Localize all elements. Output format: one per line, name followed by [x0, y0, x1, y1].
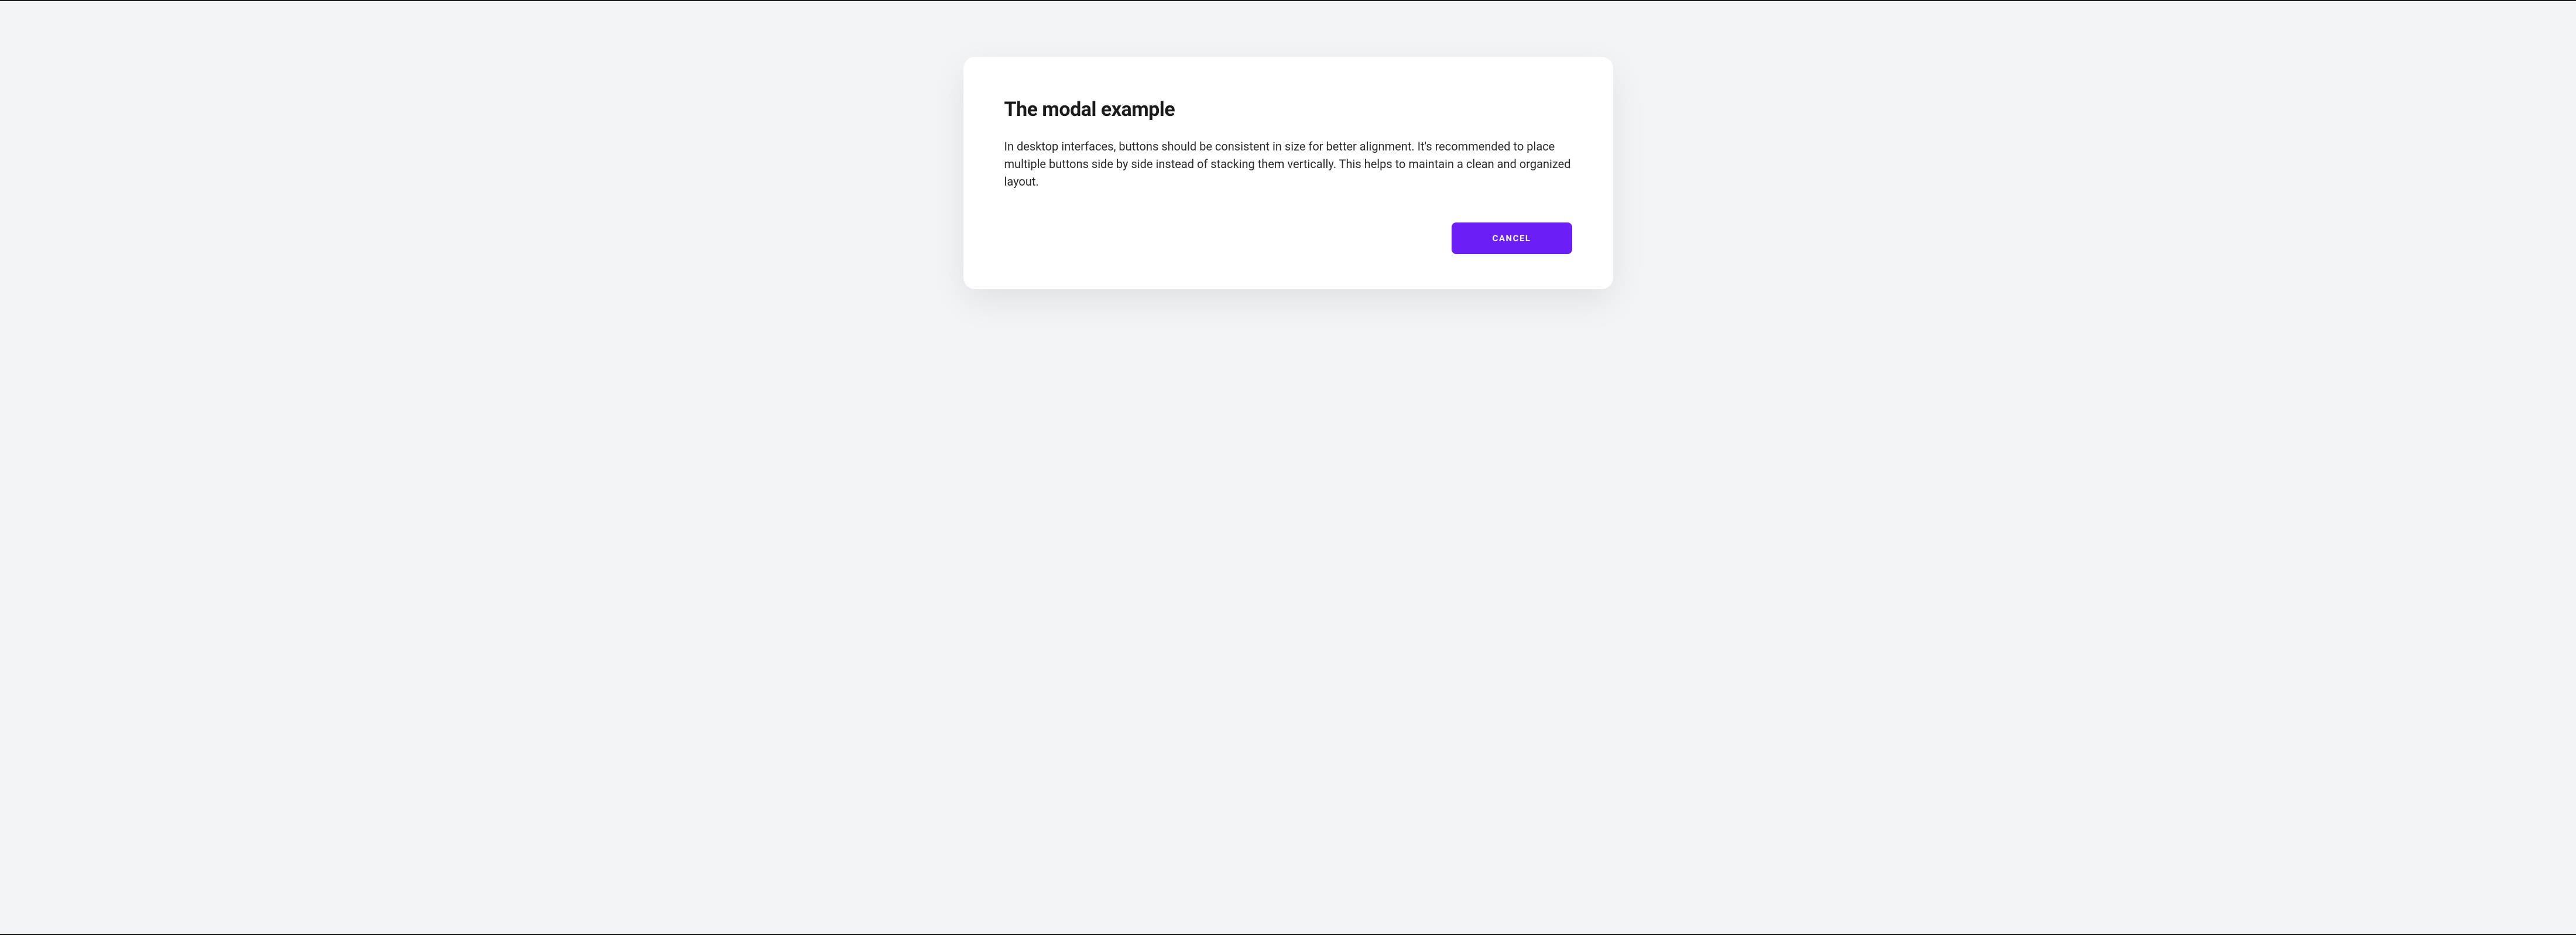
modal-dialog: The modal example In desktop interfaces,… — [963, 57, 1613, 289]
modal-body-text: In desktop interfaces, buttons should be… — [1004, 138, 1572, 190]
modal-footer: CANCEL — [1004, 222, 1572, 254]
modal-title: The modal example — [1004, 98, 1572, 121]
cancel-button[interactable]: CANCEL — [1452, 222, 1572, 254]
